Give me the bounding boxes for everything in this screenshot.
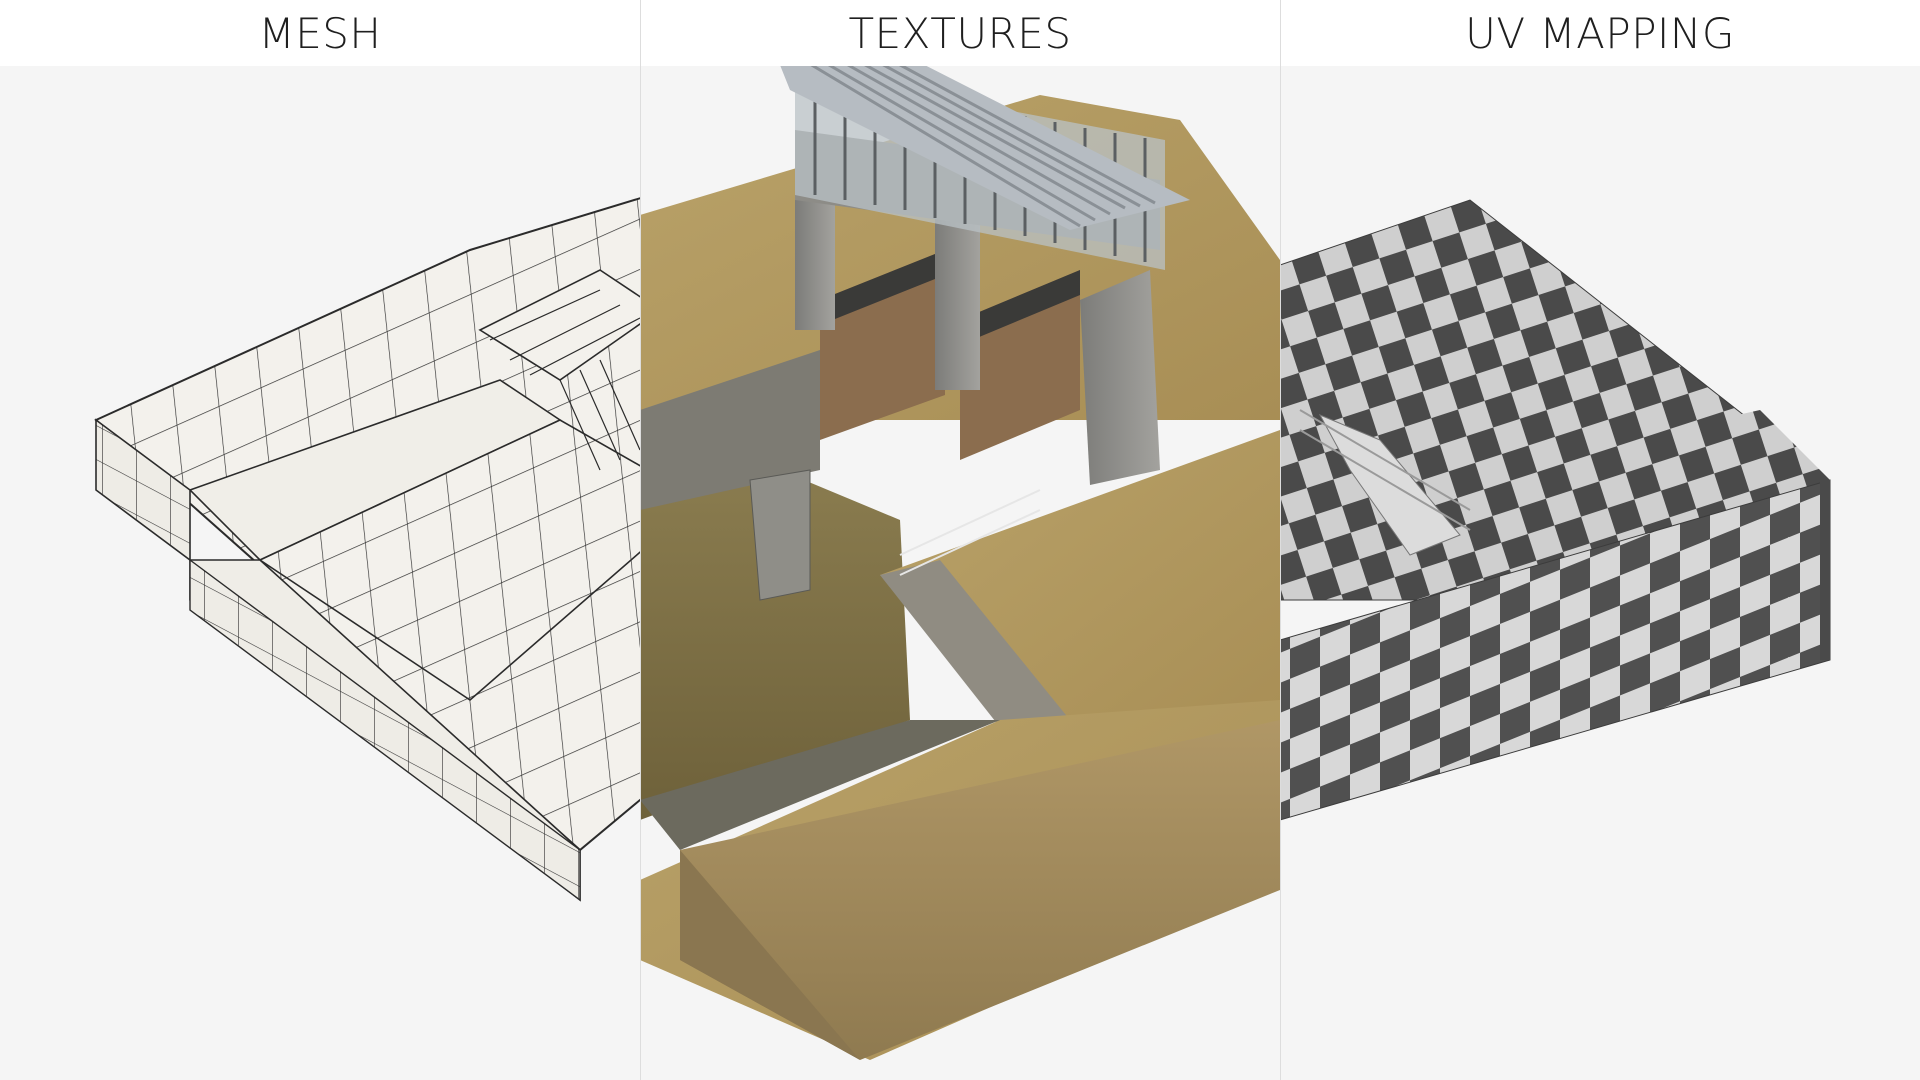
panel-divider-2 xyxy=(1280,0,1281,1080)
viewport-stage: MESH TEXTURES UV MAPPING xyxy=(0,0,1920,1080)
model-render xyxy=(94,40,1831,1060)
panel-header-bar: MESH TEXTURES UV MAPPING xyxy=(0,0,1920,66)
panel-title-textures: TEXTURES xyxy=(848,8,1072,58)
panel-divider-1 xyxy=(640,0,641,1080)
textures-panel xyxy=(640,40,1280,1060)
panel-title-mesh: MESH xyxy=(258,8,382,58)
uv-mapping-panel xyxy=(1280,199,1831,821)
panel-title-uv-mapping: UV MAPPING xyxy=(1465,8,1735,58)
